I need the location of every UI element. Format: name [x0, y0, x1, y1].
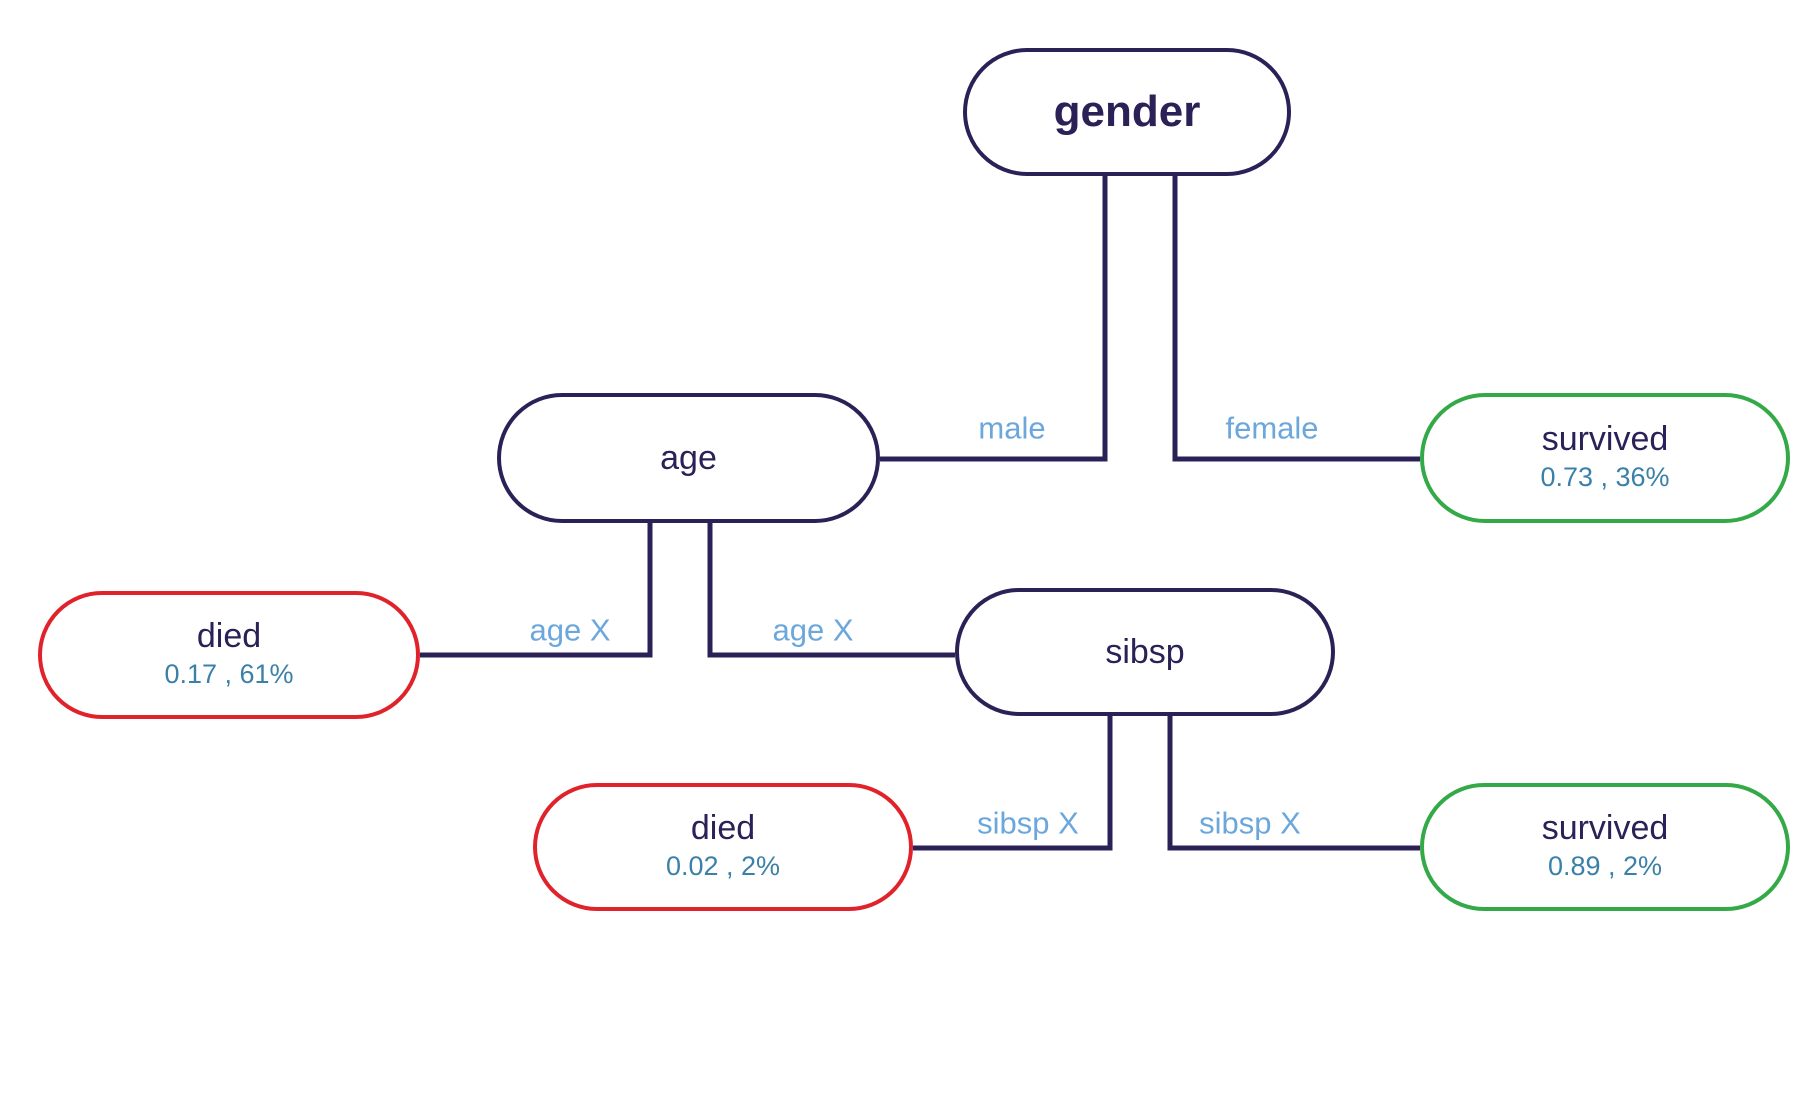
edge-label-sibsp-high-survived: sibsp X	[1199, 805, 1301, 841]
edge-label-age-low-died: age X	[529, 612, 611, 648]
node-title: survived	[1541, 419, 1669, 458]
tree-node-gender[interactable]: gender	[963, 48, 1291, 176]
tree-node-sibsp[interactable]: sibsp	[955, 588, 1335, 716]
tree-node-died_age_low[interactable]: died 0.17 , 61%	[38, 591, 420, 719]
node-title: died	[196, 616, 262, 655]
edge-label-sibsp-low-died: sibsp X	[977, 805, 1079, 841]
edge-label-gender-male-age: male	[978, 410, 1046, 446]
node-value: 0.17 , 61%	[164, 659, 294, 690]
node-title: sibsp	[1105, 632, 1185, 671]
node-title: survived	[1541, 808, 1669, 847]
edge-layer	[420, 176, 1420, 851]
decision-tree-diagram: gender age survived 0.73 , 36% died 0.17 , 61…	[0, 0, 1800, 1097]
tree-node-died_sibsp_low[interactable]: died 0.02 , 2%	[533, 783, 913, 911]
tree-node-survived_sibsp_high[interactable]: survived 0.89 , 2%	[1420, 783, 1790, 911]
node-title: age	[660, 438, 717, 477]
tree-node-age[interactable]: age	[497, 393, 880, 523]
node-title: gender	[1053, 87, 1201, 137]
edge-label-gender-female-survived: female	[1225, 410, 1319, 446]
node-value: 0.02 , 2%	[665, 851, 781, 882]
tree-node-survived_female[interactable]: survived 0.73 , 36%	[1420, 393, 1790, 523]
node-title: died	[690, 808, 756, 847]
edge-label-age-high-sibsp: age X	[772, 612, 854, 648]
node-value: 0.73 , 36%	[1540, 462, 1670, 493]
node-value: 0.89 , 2%	[1547, 851, 1663, 882]
